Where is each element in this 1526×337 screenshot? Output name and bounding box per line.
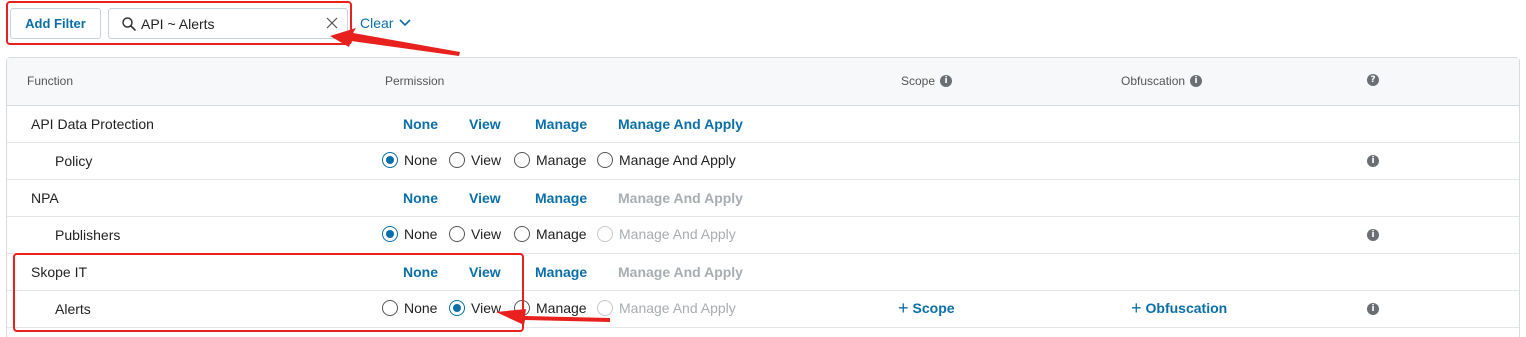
info-icon[interactable]: i	[1367, 229, 1379, 241]
radio-manage[interactable]: Manage	[514, 226, 587, 242]
radio-button[interactable]	[382, 226, 398, 242]
bulk-manage-and-apply-link: Manage And Apply	[618, 264, 743, 280]
radio-button[interactable]	[514, 226, 530, 242]
add-scope-button[interactable]: + Scope	[898, 298, 955, 318]
radio-view[interactable]: View	[449, 226, 501, 242]
radio-manage-and-apply[interactable]: Manage And Apply	[597, 152, 736, 168]
annotation-highlight-box	[6, 1, 352, 45]
info-icon[interactable]: i	[940, 75, 953, 87]
info-icon[interactable]: i	[1367, 155, 1379, 167]
radio-label: None	[404, 152, 438, 168]
annotation-highlight-box	[13, 253, 524, 332]
function-name: NPA	[31, 190, 59, 206]
radio-label: View	[471, 152, 502, 168]
function-name: Publishers	[55, 227, 121, 243]
chevron-down-icon	[399, 19, 412, 27]
table-row: NPA None View Manage Manage And Apply	[7, 180, 1519, 217]
radio-label: View	[471, 226, 502, 242]
radio-manage-and-apply: Manage And Apply	[597, 226, 736, 242]
radio-none[interactable]: None	[382, 152, 437, 168]
help-icon[interactable]: ?	[1367, 74, 1379, 86]
bulk-view-link[interactable]: View	[469, 116, 501, 132]
radio-label: Manage	[536, 152, 587, 168]
bulk-none-link[interactable]: None	[403, 190, 438, 206]
radio-label: Manage	[536, 300, 587, 316]
radio-button	[597, 226, 613, 242]
table-row: Policy None View Manage Manage And Apply…	[7, 143, 1519, 180]
table-row: API Data Protection None View Manage Man…	[7, 106, 1519, 143]
radio-label: Manage And Apply	[619, 226, 736, 242]
radio-button[interactable]	[449, 152, 465, 168]
table-row: Publishers None View Manage Manage And A…	[7, 217, 1519, 254]
header-obfuscation-label: Obfuscation	[1121, 74, 1186, 88]
header-permission: Permission	[385, 74, 444, 88]
header-scope: Scope i	[901, 74, 953, 88]
radio-label: None	[404, 226, 438, 242]
bulk-manage-link[interactable]: Manage	[535, 116, 587, 132]
function-name: API Data Protection	[31, 116, 154, 132]
plus-icon: +	[898, 298, 909, 318]
plus-icon: +	[1131, 298, 1142, 318]
info-icon[interactable]: i	[1190, 75, 1203, 87]
radio-manage[interactable]: Manage	[514, 152, 587, 168]
add-scope-label: Scope	[912, 300, 955, 316]
function-name: Policy	[55, 153, 93, 169]
radio-button	[597, 300, 613, 316]
header-function: Function	[27, 74, 73, 88]
add-obfuscation-button[interactable]: + Obfuscation	[1131, 298, 1228, 318]
clear-label: Clear	[360, 15, 394, 31]
radio-label: Manage	[536, 226, 587, 242]
header-scope-label: Scope	[901, 74, 936, 88]
radio-button[interactable]	[597, 152, 613, 168]
header-permission-label: Permission	[385, 74, 445, 88]
radio-manage[interactable]: Manage	[514, 300, 587, 316]
header-function-label: Function	[27, 74, 74, 88]
radio-manage-and-apply: Manage And Apply	[597, 300, 736, 316]
bulk-none-link[interactable]: None	[403, 116, 438, 132]
table-header: Function Permission Scope i Obfuscation …	[7, 58, 1519, 106]
clear-filters-button[interactable]: Clear	[360, 15, 412, 31]
bulk-manage-and-apply-link[interactable]: Manage And Apply	[618, 116, 743, 132]
radio-label: Manage And Apply	[619, 300, 736, 316]
radio-button[interactable]	[382, 152, 398, 168]
radio-button[interactable]	[514, 152, 530, 168]
bulk-manage-link[interactable]: Manage	[535, 264, 587, 280]
header-obfuscation: Obfuscation i	[1121, 74, 1203, 88]
bulk-manage-and-apply-link: Manage And Apply	[618, 190, 743, 206]
header-help: ?	[1367, 74, 1379, 86]
bulk-view-link[interactable]: View	[469, 190, 501, 206]
info-icon[interactable]: i	[1367, 303, 1379, 315]
radio-button[interactable]	[449, 226, 465, 242]
add-obfuscation-label: Obfuscation	[1145, 300, 1228, 316]
radio-view[interactable]: View	[449, 152, 501, 168]
bulk-manage-link[interactable]: Manage	[535, 190, 587, 206]
radio-label: Manage And Apply	[619, 152, 736, 168]
radio-none[interactable]: None	[382, 226, 437, 242]
